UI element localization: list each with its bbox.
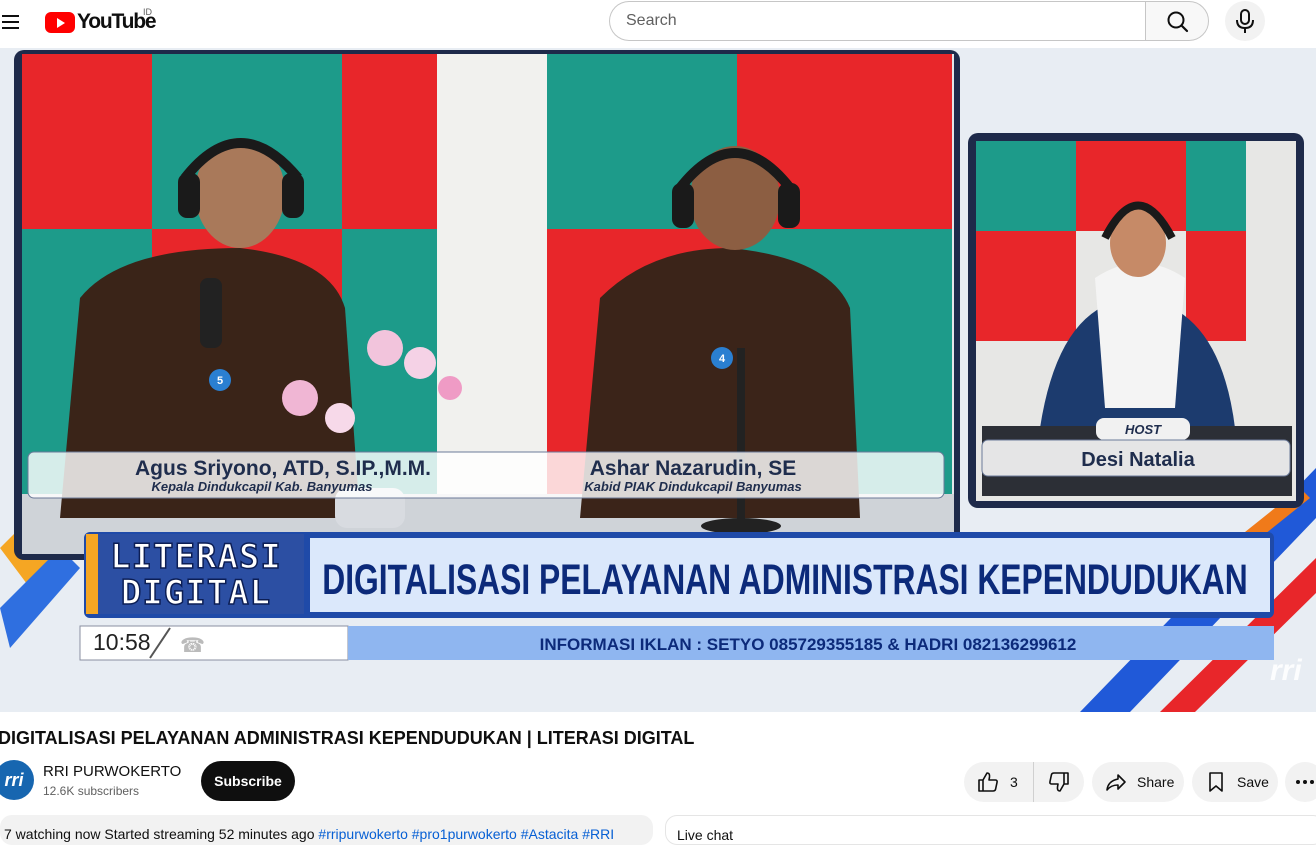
clock: 10:58 xyxy=(93,629,151,655)
guest2-name: Ashar Nazarudin, SE xyxy=(590,457,797,480)
brand-watermark: rri xyxy=(1270,654,1302,687)
mic-number-1: 5 xyxy=(217,375,223,387)
search-placeholder: Search xyxy=(626,12,677,29)
voice-search-button[interactable] xyxy=(1225,1,1265,41)
guest1-title: Kepala Dindukcapil Kab. Banyumas xyxy=(151,479,372,494)
guest2-title: Kabid PIAK Dindukcapil Banyumas xyxy=(584,479,801,494)
more-actions-button[interactable] xyxy=(1285,762,1316,802)
description-hashtags[interactable]: #rripurwokerto #pro1purwokerto #Astacita… xyxy=(318,826,614,842)
live-chat-label: Live chat xyxy=(677,827,734,843)
program-line2: DIGITAL xyxy=(121,573,271,613)
topic-text: DIGITALISASI PELAYANAN ADMINISTRASI KEPE… xyxy=(322,556,1248,604)
video-title: DIGITALISASI PELAYANAN ADMINISTRASI KEPE… xyxy=(0,728,695,748)
more-horizontal-icon xyxy=(1296,780,1314,784)
live-chat-panel[interactable]: Live chat xyxy=(665,815,1316,845)
save-label: Save xyxy=(1237,774,1269,790)
guest1-name: Agus Sriyono, ATD, S.IP.,M.M. xyxy=(135,457,431,480)
search-icon xyxy=(1167,11,1189,33)
share-button[interactable]: Share xyxy=(1092,762,1184,802)
description-stats: 7 watching now Started streaming 52 minu… xyxy=(4,826,319,842)
subscriber-count: 12.6K subscribers xyxy=(43,784,140,798)
youtube-logo[interactable]: YouTube xyxy=(45,10,157,34)
mic-number-2: 4 xyxy=(719,353,726,365)
youtube-play-icon xyxy=(45,11,75,33)
channel-avatar[interactable]: rri xyxy=(0,760,34,800)
thumbs-up-icon xyxy=(978,772,998,792)
host-name: Desi Natalia xyxy=(1081,449,1195,471)
country-code: ID xyxy=(143,7,152,17)
share-icon xyxy=(1106,774,1126,791)
channel-name[interactable]: RRI PURWOKERTO xyxy=(43,763,181,780)
phone-icon: ☎ xyxy=(180,633,205,657)
bookmark-icon xyxy=(1209,772,1223,792)
masthead: YouTube ID Search xyxy=(0,0,1316,48)
share-label: Share xyxy=(1137,774,1175,790)
menu-icon[interactable] xyxy=(0,12,22,32)
like-dislike-group: 3 xyxy=(964,762,1084,802)
video-player[interactable]: 4 5 Agus Sriyono, ATD, S.IP.,M.M. Kepala… xyxy=(0,48,1316,712)
like-button[interactable]: 3 xyxy=(964,762,1034,802)
search-input[interactable]: Search xyxy=(609,1,1146,41)
program-line1: LITERASI xyxy=(110,537,282,577)
thumbs-down-icon xyxy=(1049,772,1069,792)
search-button[interactable] xyxy=(1145,1,1209,41)
avatar-text: rri xyxy=(4,769,24,790)
ticker-text: INFORMASI IKLAN : SETYO 085729355185 & H… xyxy=(540,635,1077,654)
like-count: 3 xyxy=(1010,774,1018,790)
description-box[interactable]: 7 watching now Started streaming 52 minu… xyxy=(0,815,653,845)
host-label: HOST xyxy=(1125,422,1162,437)
dislike-button[interactable] xyxy=(1034,762,1084,802)
subscribe-button[interactable]: Subscribe xyxy=(201,761,295,801)
microphone-icon xyxy=(1236,9,1254,33)
save-button[interactable]: Save xyxy=(1192,762,1278,802)
video-frame: 4 5 Agus Sriyono, ATD, S.IP.,M.M. Kepala… xyxy=(0,48,1316,712)
